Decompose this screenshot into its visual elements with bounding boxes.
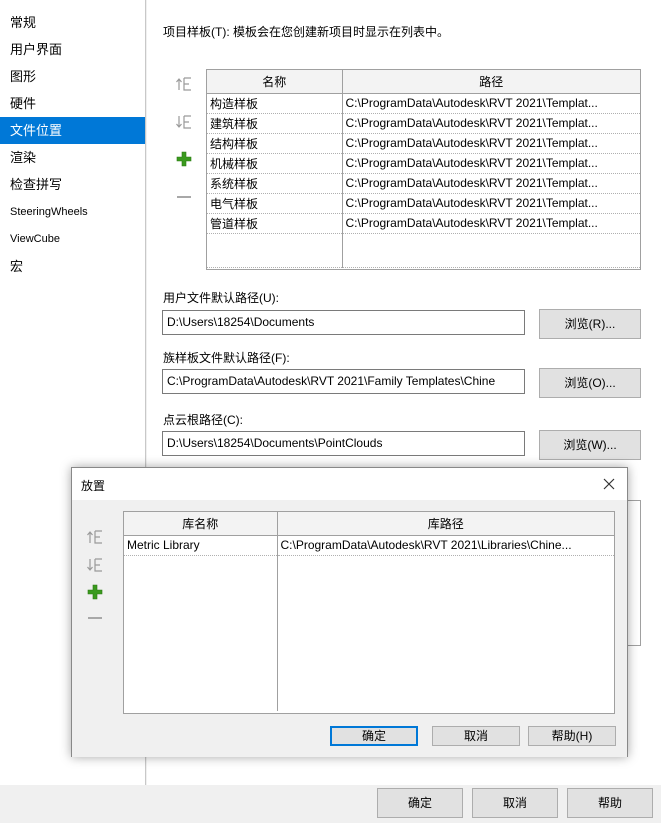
- empty-table-row[interactable]: [124, 555, 614, 711]
- ok-button[interactable]: 确定: [377, 788, 463, 818]
- move-down-icon: [87, 558, 102, 572]
- pointcloud-path-label: 点云根路径(C):: [163, 413, 243, 427]
- template-path-cell[interactable]: C:\ProgramData\Autodesk\RVT 2021\Templat…: [342, 93, 640, 114]
- library-remove-button[interactable]: [84, 607, 106, 629]
- library-move-up-button[interactable]: [84, 526, 106, 548]
- move-down-button[interactable]: [173, 111, 195, 133]
- family-template-path-label: 族样板文件默认路径(F):: [163, 351, 290, 365]
- browse-pointcloud-path-button[interactable]: 浏览(W)...: [539, 430, 641, 460]
- template-path-cell[interactable]: C:\ProgramData\Autodesk\RVT 2021\Templat…: [342, 153, 640, 174]
- remove-icon: [88, 617, 102, 619]
- libraries-table[interactable]: 库名称 库路径 Metric Library C:\ProgramData\Au…: [123, 511, 615, 714]
- template-name-cell[interactable]: 系统样板: [207, 173, 343, 194]
- browse-user-path-button[interactable]: 浏览(R)...: [539, 309, 641, 339]
- project-templates-table[interactable]: 名称 路径 构造样板 C:\ProgramData\Autodesk\RVT 2…: [206, 69, 641, 270]
- move-up-button[interactable]: [173, 73, 195, 95]
- template-name-cell[interactable]: 建筑样板: [207, 113, 343, 134]
- sidebar-item-file-locations[interactable]: 文件位置: [0, 117, 145, 144]
- move-down-icon: [176, 115, 191, 129]
- sidebar-item-steeringwheels[interactable]: SteeringWheels: [0, 199, 145, 226]
- dialog-ok-button[interactable]: 确定: [330, 726, 418, 746]
- help-button[interactable]: 帮助: [567, 788, 653, 818]
- dialog-body: 库名称 库路径 Metric Library C:\ProgramData\Au…: [72, 500, 627, 757]
- template-path-cell[interactable]: C:\ProgramData\Autodesk\RVT 2021\Templat…: [342, 133, 640, 154]
- dialog-close-button[interactable]: [599, 474, 619, 494]
- project-templates-heading: 项目样板(T): 模板会在您创建新项目时显示在列表中。: [163, 25, 449, 39]
- sidebar-item-rendering[interactable]: 渲染: [0, 144, 145, 171]
- family-template-path-input[interactable]: C:\ProgramData\Autodesk\RVT 2021\Family …: [162, 369, 525, 394]
- table-row[interactable]: 建筑样板 C:\ProgramData\Autodesk\RVT 2021\Te…: [207, 113, 640, 134]
- close-icon: [603, 478, 615, 490]
- column-header-name[interactable]: 名称: [207, 70, 343, 94]
- add-icon: [87, 584, 103, 600]
- empty-cell: [277, 555, 614, 711]
- library-name-cell[interactable]: Metric Library: [124, 535, 278, 556]
- column-header-path[interactable]: 路径: [342, 70, 640, 94]
- table-row[interactable]: 管道样板 C:\ProgramData\Autodesk\RVT 2021\Te…: [207, 213, 640, 234]
- sidebar-item-hardware[interactable]: 硬件: [0, 90, 145, 117]
- template-name-cell[interactable]: 构造样板: [207, 93, 343, 114]
- sidebar-item-viewcube[interactable]: ViewCube: [0, 226, 145, 253]
- template-path-cell[interactable]: C:\ProgramData\Autodesk\RVT 2021\Templat…: [342, 113, 640, 134]
- pointcloud-path-input[interactable]: D:\Users\18254\Documents\PointClouds: [162, 431, 525, 456]
- table-row[interactable]: 系统样板 C:\ProgramData\Autodesk\RVT 2021\Te…: [207, 173, 640, 194]
- template-name-cell[interactable]: 结构样板: [207, 133, 343, 154]
- sidebar-item-macros[interactable]: 宏: [0, 253, 145, 280]
- dialog-cancel-button[interactable]: 取消: [432, 726, 520, 746]
- sidebar-item-user-interface[interactable]: 用户界面: [0, 36, 145, 63]
- places-dialog: 放置 库名称 库路径 Metric Library C:\ProgramData…: [71, 467, 628, 757]
- dialog-titlebar[interactable]: 放置: [72, 468, 627, 500]
- table-row[interactable]: 构造样板 C:\ProgramData\Autodesk\RVT 2021\Te…: [207, 93, 640, 114]
- user-path-label: 用户文件默认路径(U):: [163, 291, 279, 305]
- empty-cell: [124, 555, 278, 711]
- template-name-cell[interactable]: 机械样板: [207, 153, 343, 174]
- empty-cell: [342, 233, 640, 268]
- sidebar-item-check-spelling[interactable]: 检查拼写: [0, 171, 145, 198]
- user-path-input[interactable]: D:\Users\18254\Documents: [162, 310, 525, 335]
- library-add-button[interactable]: [84, 581, 106, 603]
- table-row[interactable]: Metric Library C:\ProgramData\Autodesk\R…: [124, 535, 614, 556]
- template-path-cell[interactable]: C:\ProgramData\Autodesk\RVT 2021\Templat…: [342, 173, 640, 194]
- library-move-down-button[interactable]: [84, 554, 106, 576]
- add-icon: [176, 151, 192, 167]
- template-name-cell[interactable]: 电气样板: [207, 193, 343, 214]
- dialog-title: 放置: [81, 479, 106, 493]
- table-row[interactable]: 机械样板 C:\ProgramData\Autodesk\RVT 2021\Te…: [207, 153, 640, 174]
- column-header-library-name[interactable]: 库名称: [124, 512, 278, 536]
- dialog-help-button[interactable]: 帮助(H): [528, 726, 616, 746]
- add-template-button[interactable]: [173, 148, 195, 170]
- empty-cell: [207, 233, 343, 268]
- browse-family-path-button[interactable]: 浏览(O)...: [539, 368, 641, 398]
- cancel-button[interactable]: 取消: [472, 788, 558, 818]
- library-path-cell[interactable]: C:\ProgramData\Autodesk\RVT 2021\Librari…: [277, 535, 614, 556]
- remove-template-button[interactable]: [173, 186, 195, 208]
- template-path-cell[interactable]: C:\ProgramData\Autodesk\RVT 2021\Templat…: [342, 193, 640, 214]
- table-row[interactable]: 电气样板 C:\ProgramData\Autodesk\RVT 2021\Te…: [207, 193, 640, 214]
- template-name-cell[interactable]: 管道样板: [207, 213, 343, 234]
- table-row[interactable]: 结构样板 C:\ProgramData\Autodesk\RVT 2021\Te…: [207, 133, 640, 154]
- template-path-cell[interactable]: C:\ProgramData\Autodesk\RVT 2021\Templat…: [342, 213, 640, 234]
- empty-table-row[interactable]: [207, 233, 640, 268]
- sidebar-item-graphics[interactable]: 图形: [0, 63, 145, 90]
- move-up-icon: [87, 530, 102, 544]
- sidebar-item-general[interactable]: 常规: [0, 9, 145, 36]
- column-header-library-path[interactable]: 库路径: [277, 512, 614, 536]
- remove-icon: [177, 196, 191, 198]
- move-up-icon: [176, 77, 191, 91]
